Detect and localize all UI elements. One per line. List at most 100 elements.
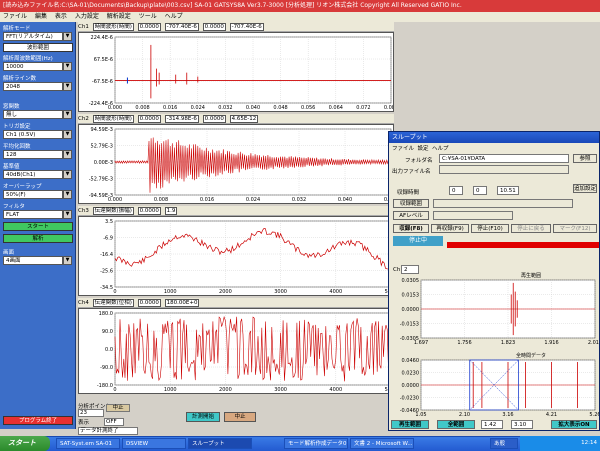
menu-help[interactable]: ヘルプ bbox=[165, 13, 183, 20]
ch4-type[interactable]: 伝達関数(位相) bbox=[92, 298, 134, 307]
avg-select[interactable]: 128 ▼ bbox=[3, 150, 72, 159]
overlap-select[interactable]: 50%(F) ▼ bbox=[3, 190, 72, 199]
ch2-v2: -314.98E-6 bbox=[164, 114, 199, 123]
start-button[interactable]: スタート bbox=[3, 222, 73, 231]
level-bar bbox=[447, 242, 599, 248]
ref-select[interactable]: 40dB(Ch1) ▼ bbox=[3, 170, 72, 179]
point-button[interactable]: 中止 bbox=[106, 404, 130, 412]
dialog-menu-file[interactable]: ファイル bbox=[392, 146, 414, 152]
range-start-value[interactable]: 1.42 bbox=[481, 420, 503, 429]
time-minute[interactable]: 0 bbox=[473, 186, 487, 195]
ch2-plot[interactable]: 0.0000.0080.0160.0240.0320.0400.04894.59… bbox=[78, 124, 394, 204]
x-tick-label: 0.040 bbox=[338, 197, 352, 203]
x-tick-label: 1000 bbox=[164, 289, 177, 295]
x-tick-label: 2000 bbox=[219, 289, 232, 295]
chevron-down-icon: ▼ bbox=[63, 150, 72, 159]
window-title: [読み込みファイル名:C:\SA-01\Documents\Backup\pla… bbox=[0, 0, 600, 12]
x-tick-label: 0.008 bbox=[154, 197, 168, 203]
x-tick-label: 5.26 bbox=[589, 412, 599, 418]
dialog-menu-help[interactable]: ヘルプ bbox=[432, 146, 449, 152]
x-tick-label: 0.072 bbox=[356, 105, 370, 111]
rerecord-button[interactable]: 再収録(F9) bbox=[431, 224, 469, 233]
replay-plot[interactable]: 1.6971.7561.8231.9162.0110.03050.01530.0… bbox=[391, 268, 599, 348]
mode-heading: 解析モード bbox=[3, 26, 31, 32]
time-second[interactable]: 10.51 bbox=[497, 186, 519, 195]
mode-select[interactable]: FFT(リアルタイム) ▼ bbox=[3, 32, 72, 41]
task-sat[interactable]: SAT-Syst.em SA-01 bbox=[56, 438, 120, 449]
task-word[interactable]: 文書 2 - Microsoft W... bbox=[350, 438, 414, 449]
af-level-field[interactable] bbox=[433, 211, 513, 220]
file-label: 出力ファイル名 bbox=[392, 169, 431, 175]
analyze-button[interactable]: 解析 bbox=[3, 234, 73, 243]
points-value[interactable]: 23 bbox=[78, 409, 104, 417]
x-tick-label: 2.10 bbox=[459, 412, 470, 418]
menu-edit[interactable]: 編集 bbox=[35, 13, 47, 20]
y-tick-label: 180.0 bbox=[99, 311, 113, 317]
record-button[interactable]: 収録(F8) bbox=[393, 224, 429, 233]
extra-settings-button[interactable]: 追加設定 bbox=[573, 184, 597, 193]
range-button[interactable]: 波形範囲 bbox=[3, 43, 73, 52]
task-throughput[interactable]: スループット bbox=[188, 438, 252, 449]
zoom-button[interactable]: 拡大表示ON bbox=[551, 420, 597, 429]
af-level-button[interactable]: AFレベル bbox=[393, 211, 429, 220]
lines-select[interactable]: 2048 ▼ bbox=[3, 82, 72, 91]
stop-button[interactable]: 停止(F10) bbox=[471, 224, 509, 233]
x-tick-label: 4000 bbox=[329, 289, 342, 295]
folder-input[interactable]: C:¥SA-01¥DATA bbox=[439, 154, 569, 163]
record-range-button[interactable]: 収録範囲 bbox=[393, 199, 429, 208]
x-tick-label: 2000 bbox=[219, 387, 232, 393]
dialog-menu-settings[interactable]: 設定 bbox=[418, 146, 429, 152]
ch4-label: Ch4 bbox=[78, 300, 89, 306]
y-tick-label: 0.00E-3 bbox=[94, 160, 113, 166]
menu-input[interactable]: 入力設定 bbox=[75, 13, 99, 20]
task-dsview[interactable]: DSVIEW bbox=[122, 438, 186, 449]
measure-start-button[interactable]: 計測開始 bbox=[186, 412, 220, 422]
browse-button[interactable]: 参照 bbox=[573, 154, 597, 163]
exit-button[interactable]: プログラム終了 bbox=[3, 416, 73, 425]
ch3-v1: 0.0000 bbox=[137, 206, 161, 215]
record-range-field[interactable] bbox=[433, 199, 573, 208]
x-tick-label: 0.024 bbox=[191, 105, 205, 111]
settings-sidebar: 解析モード FFT(リアルタイム) ▼ 波形範囲 解析周波数範囲(Hz) 1000… bbox=[0, 22, 76, 429]
filter-select[interactable]: FLAT ▼ bbox=[3, 210, 72, 219]
ch2-v3: 0.0000 bbox=[202, 114, 226, 123]
display-select[interactable]: 4画面 ▼ bbox=[3, 256, 72, 265]
window-select[interactable]: 無し ▼ bbox=[3, 110, 72, 119]
x-tick-label: 0.040 bbox=[246, 105, 260, 111]
y-tick-label: 67.5E-6 bbox=[94, 57, 113, 63]
resume-button[interactable]: 停止に戻る bbox=[511, 224, 551, 233]
x-tick-label: 0.016 bbox=[200, 197, 214, 203]
start-button[interactable]: スタート bbox=[0, 436, 50, 451]
menu-file[interactable]: ファイル bbox=[3, 13, 27, 20]
task-mode[interactable]: モード解析作成データ01 bbox=[284, 438, 348, 449]
trigger-select[interactable]: Ch1 (0.5V) ▼ bbox=[3, 130, 72, 139]
ch2-type[interactable]: 時間波形(時間) bbox=[92, 114, 134, 123]
ch3-plot[interactable]: 0100020003000400050003.5-6.9-16.4-25.6-3… bbox=[78, 216, 394, 296]
file-input[interactable] bbox=[439, 165, 569, 174]
ch1-type[interactable]: 時間波形(時間) bbox=[92, 22, 134, 31]
all-range-button[interactable]: 全範囲 bbox=[437, 420, 475, 429]
y-tick-label: -224.4E-6 bbox=[89, 101, 113, 107]
all-data-plot[interactable]: 1.05 2.10 3.16 4.21 5.260.04600.02300.0000-0… bbox=[391, 350, 599, 420]
range-end-value[interactable]: 3.10 bbox=[511, 420, 533, 429]
y-tick-label: -0.0460 bbox=[400, 408, 419, 414]
play-range-button[interactable]: 再生範囲 bbox=[391, 420, 429, 429]
time-hour[interactable]: 0 bbox=[449, 186, 463, 195]
display-value[interactable]: OFF bbox=[104, 418, 124, 426]
y-tick-label: -94.59E-3 bbox=[89, 193, 113, 199]
ch4-v2: 180.00E+0 bbox=[164, 298, 200, 307]
cancel-button[interactable]: 中止 bbox=[224, 412, 256, 422]
menu-tools[interactable]: ツール bbox=[139, 13, 157, 20]
ch2-v4: 4.65E-12 bbox=[229, 114, 259, 123]
freq-select[interactable]: 10000 ▼ bbox=[3, 62, 72, 71]
ime-indicator[interactable]: あ般 bbox=[490, 438, 518, 449]
menu-analysis[interactable]: 解析設定 bbox=[107, 13, 131, 20]
ch3-type[interactable]: 伝達関数(振幅) bbox=[92, 206, 134, 215]
ch4-plot[interactable]: 010002000300040005000180.090.00.0-90.0-1… bbox=[78, 308, 394, 394]
ch1-plot[interactable]: 0.000 0.008 0.016 0.024 0.032 0.040 0.048 0.056… bbox=[78, 32, 394, 112]
filter-heading: フィルタ bbox=[3, 204, 25, 210]
x-tick-label: 1000 bbox=[164, 387, 177, 393]
ch3-header: Ch3 伝達関数(振幅) 0.0000 1.9 bbox=[78, 206, 394, 216]
menu-view[interactable]: 表示 bbox=[55, 13, 67, 20]
mark-button[interactable]: マーク(F12) bbox=[553, 224, 597, 233]
